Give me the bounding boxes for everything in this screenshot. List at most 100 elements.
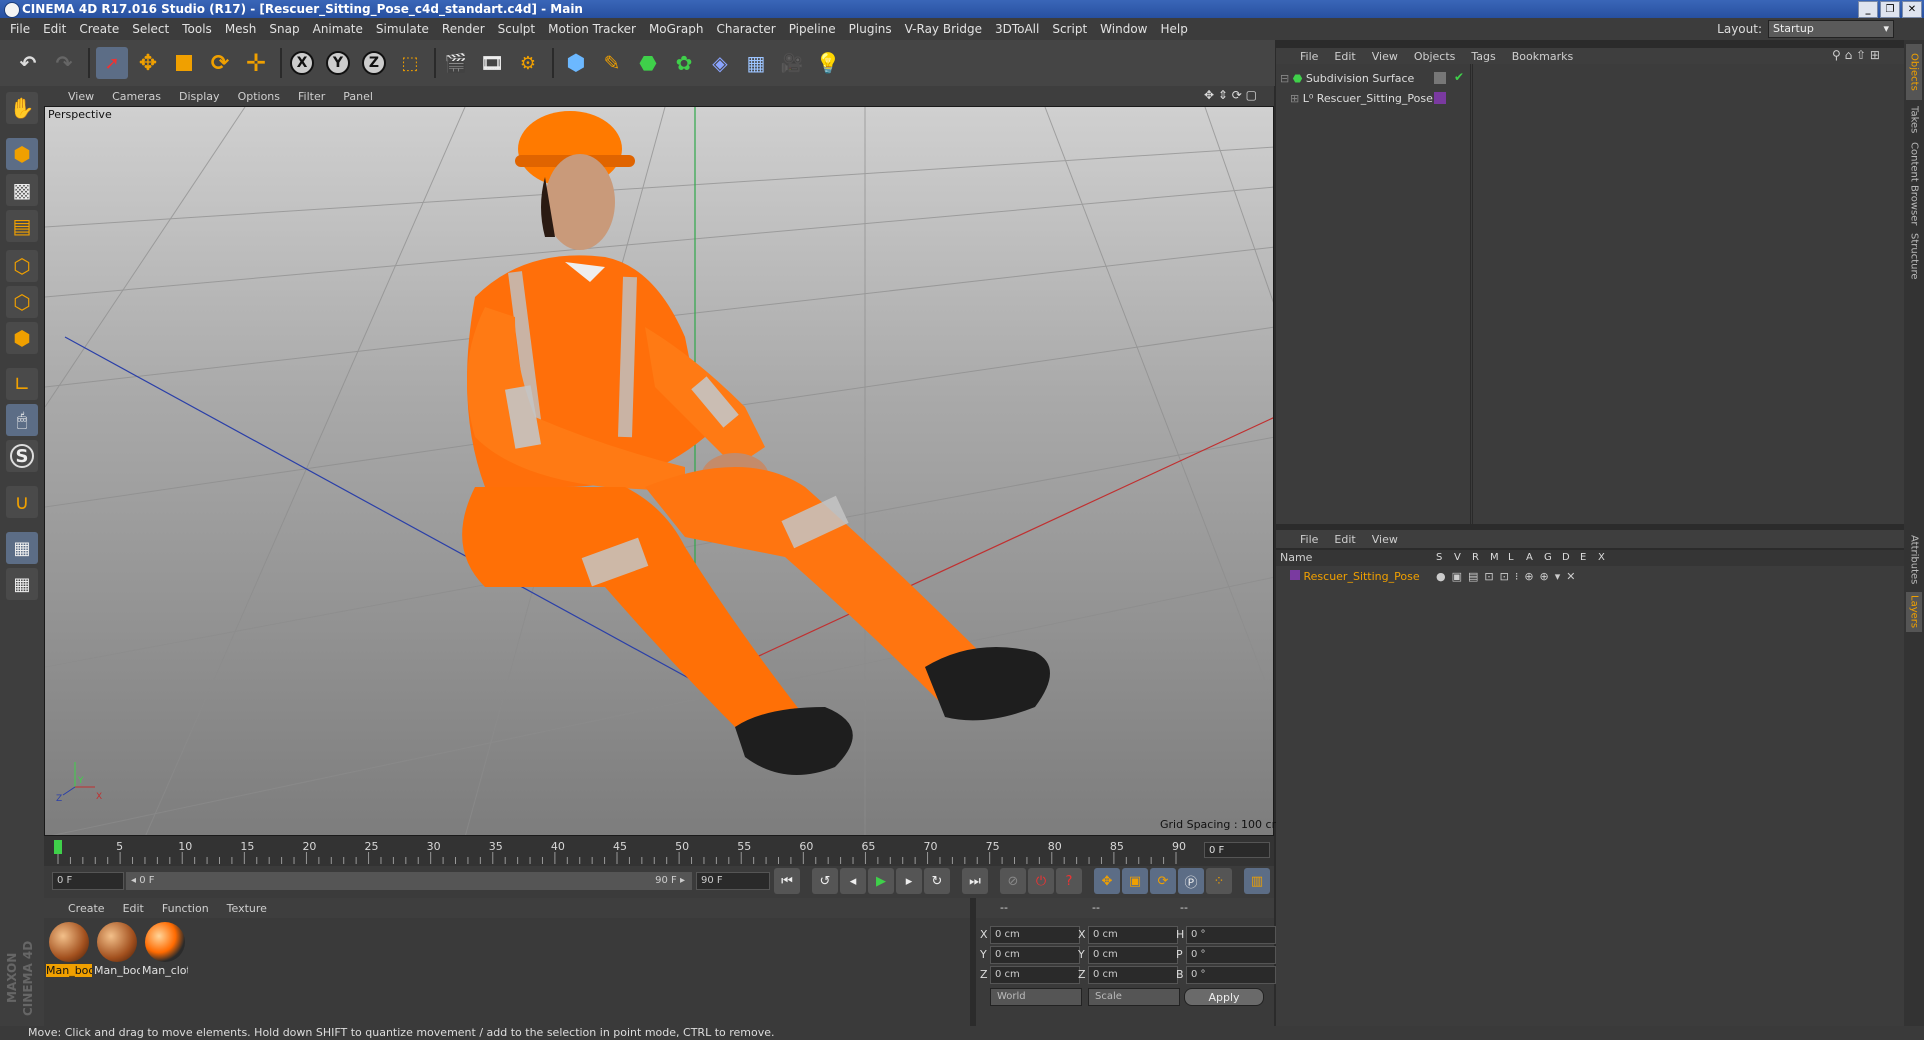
position-z-field[interactable]: 0 cm <box>990 966 1080 984</box>
coordinate-system-icon[interactable]: ⬚ <box>394 47 426 79</box>
autokey-icon[interactable]: ⏻ <box>1028 868 1054 894</box>
previous-key-icon[interactable]: ↺ <box>812 868 838 894</box>
layer-toggle-icons[interactable]: ●▣▤⊡⊡⁝⊕⊕▾✕ <box>1436 570 1582 583</box>
key-scale-icon[interactable]: ▣ <box>1122 868 1148 894</box>
tab-attributes[interactable]: Attributes <box>1906 530 1922 590</box>
render-picture-viewer-icon[interactable]: 🎞 <box>476 47 508 79</box>
key-rotation-icon[interactable]: ⟳ <box>1150 868 1176 894</box>
viewport-menu-display[interactable]: Display <box>179 90 220 103</box>
viewport-menu-options[interactable]: Options <box>238 90 280 103</box>
object-menu-tags[interactable]: Tags <box>1471 50 1495 63</box>
camera-icon[interactable]: 🎥 <box>776 47 808 79</box>
layer-menu-edit[interactable]: Edit <box>1334 533 1355 546</box>
go-to-start-icon[interactable]: ⏮ <box>774 868 800 894</box>
layer-menu-view[interactable]: View <box>1372 533 1398 546</box>
undo-icon[interactable]: ↶ <box>12 47 44 79</box>
key-position-icon[interactable]: ✥ <box>1094 868 1120 894</box>
position-y-field[interactable]: 0 cm <box>990 946 1080 964</box>
material-swatch[interactable]: Man_clot <box>142 922 188 977</box>
start-frame-field[interactable]: 0 F <box>52 872 124 890</box>
menu-snap[interactable]: Snap <box>269 22 299 36</box>
position-x-field[interactable]: 0 cm <box>990 926 1080 944</box>
cube-primitive-icon[interactable]: ⬢ <box>560 47 592 79</box>
locked-workplane-icon[interactable]: ▦ <box>6 532 38 564</box>
menu-motion-tracker[interactable]: Motion Tracker <box>548 22 636 36</box>
rotation-b-field[interactable]: 0 ° <box>1186 966 1276 984</box>
planar-workplane-icon[interactable]: ▦ <box>6 568 38 600</box>
timeline-playhead[interactable] <box>54 840 62 854</box>
tab-objects[interactable]: Objects <box>1906 44 1922 100</box>
viewport-nav-icons[interactable]: ✥ ⇕ ⟳ ▢ <box>1204 88 1257 102</box>
tab-structure[interactable]: Structure <box>1906 230 1922 282</box>
3d-viewport[interactable] <box>44 106 1274 836</box>
render-view-icon[interactable]: 🎬 <box>440 47 472 79</box>
recent-tools-icon[interactable]: ✛ <box>240 47 272 79</box>
layer-menu-file[interactable]: File <box>1300 533 1318 546</box>
points-mode-icon[interactable]: ⬡ <box>6 250 38 282</box>
tab-layers[interactable]: Layers <box>1906 592 1922 632</box>
light-icon[interactable]: 💡 <box>812 47 844 79</box>
menu-create[interactable]: Create <box>79 22 119 36</box>
texture-mode-icon[interactable]: ▩ <box>6 174 38 206</box>
workplane-mode-icon[interactable]: ▤ <box>6 210 38 242</box>
menu-vray-bridge[interactable]: V-Ray Bridge <box>905 22 982 36</box>
magnet-icon[interactable]: ∪ <box>6 486 38 518</box>
material-menu-function[interactable]: Function <box>162 902 209 915</box>
move-tool-icon[interactable]: ✥ <box>132 47 164 79</box>
menu-mograph[interactable]: MoGraph <box>649 22 704 36</box>
object-row-rescuer-sitting-pose[interactable]: ⊞ L⁰ Rescuer_Sitting_Pose <box>1290 90 1433 108</box>
menu-character[interactable]: Character <box>716 22 775 36</box>
object-menu-objects[interactable]: Objects <box>1414 50 1456 63</box>
menu-sculpt[interactable]: Sculpt <box>498 22 535 36</box>
end-frame-field[interactable]: 90 F <box>696 872 770 890</box>
x-axis-lock-button[interactable]: X <box>286 47 318 79</box>
material-swatch[interactable]: Man_bod <box>46 922 92 977</box>
make-editable-icon[interactable]: ✋ <box>6 92 38 124</box>
menu-3dtoall[interactable]: 3DToAll <box>995 22 1039 36</box>
menu-file[interactable]: File <box>10 22 30 36</box>
object-menu-file[interactable]: File <box>1300 50 1318 63</box>
menu-tools[interactable]: Tools <box>182 22 212 36</box>
object-menu-view[interactable]: View <box>1372 50 1398 63</box>
key-parameter-icon[interactable]: Ⓟ <box>1178 868 1204 894</box>
menu-plugins[interactable]: Plugins <box>849 22 892 36</box>
polygons-mode-icon[interactable]: ⬢ <box>6 322 38 354</box>
record-keys-disabled-icon[interactable]: ⊘ <box>1000 868 1026 894</box>
object-menu-bookmarks[interactable]: Bookmarks <box>1512 50 1573 63</box>
tab-takes[interactable]: Takes <box>1906 102 1922 138</box>
floor-scene-icon[interactable]: ▦ <box>740 47 772 79</box>
next-key-icon[interactable]: ↻ <box>924 868 950 894</box>
current-frame-field[interactable]: 0 F <box>1204 842 1270 858</box>
minimize-button[interactable]: _ <box>1858 1 1878 18</box>
menu-animate[interactable]: Animate <box>313 22 363 36</box>
menu-help[interactable]: Help <box>1160 22 1187 36</box>
go-to-end-icon[interactable]: ⏭ <box>962 868 988 894</box>
preview-range-slider[interactable]: ◂ 0 F 90 F ▸ <box>126 872 692 890</box>
axis-mode-icon[interactable]: ∟ <box>6 368 38 400</box>
material-swatch[interactable]: Man_bod <box>94 922 140 977</box>
rotation-h-field[interactable]: 0 ° <box>1186 926 1276 944</box>
enabled-check-icon[interactable]: ✔ <box>1454 70 1464 84</box>
redo-icon[interactable]: ↷ <box>48 47 80 79</box>
menu-simulate[interactable]: Simulate <box>376 22 429 36</box>
keyframe-selection-icon[interactable]: ? <box>1056 868 1082 894</box>
next-frame-icon[interactable]: ▸ <box>896 868 922 894</box>
layer-color-icon[interactable] <box>1434 92 1446 104</box>
size-y-field[interactable]: 0 cm <box>1088 946 1178 964</box>
material-menu-create[interactable]: Create <box>68 902 105 915</box>
rotation-p-field[interactable]: 0 ° <box>1186 946 1276 964</box>
z-axis-lock-button[interactable]: Z <box>358 47 390 79</box>
viewport-menu-view[interactable]: View <box>68 90 94 103</box>
menu-window[interactable]: Window <box>1100 22 1147 36</box>
deformer-icon[interactable]: ◈ <box>704 47 736 79</box>
snap-icon[interactable]: S <box>6 440 38 472</box>
object-menu-edit[interactable]: Edit <box>1334 50 1355 63</box>
apply-button[interactable]: Apply <box>1184 988 1264 1006</box>
menu-script[interactable]: Script <box>1052 22 1087 36</box>
viewport-menu-cameras[interactable]: Cameras <box>112 90 161 103</box>
cloner-icon[interactable]: ✿ <box>668 47 700 79</box>
rotate-tool-icon[interactable]: ⟳ <box>204 47 236 79</box>
layout-dropdown[interactable]: Startup <box>1768 20 1894 38</box>
visibility-toggle-icon[interactable] <box>1434 72 1446 84</box>
object-manager-nav-icons[interactable]: ⚲ ⌂ ⇧ ⊞ <box>1832 48 1880 62</box>
